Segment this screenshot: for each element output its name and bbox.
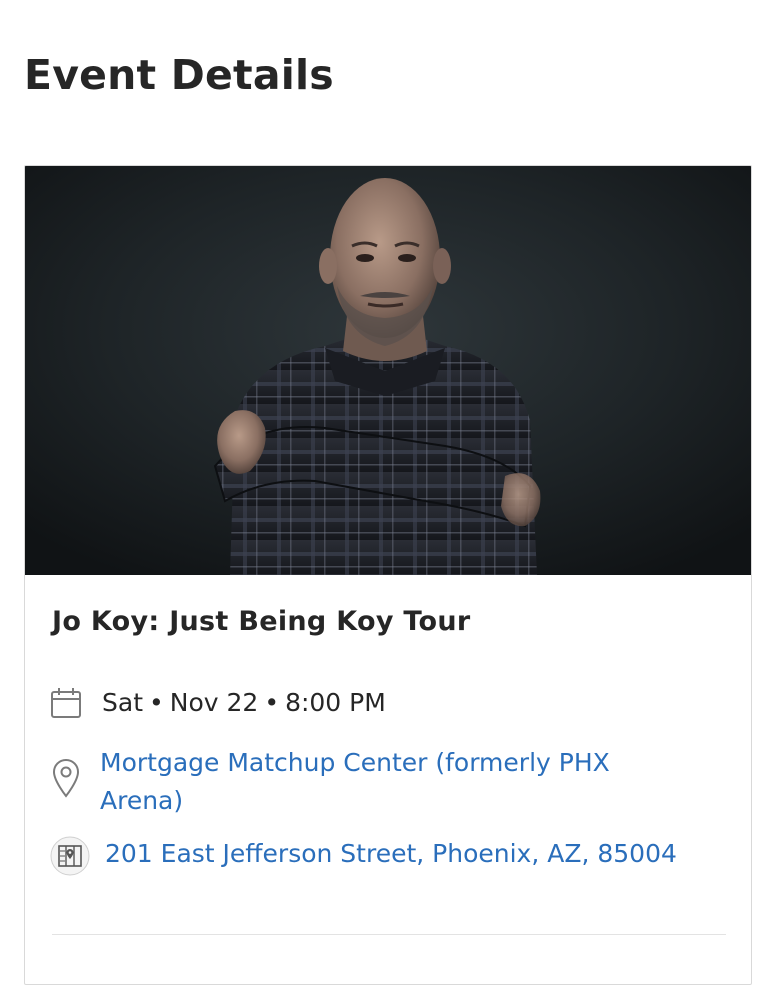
separator: •	[264, 688, 280, 717]
event-card: Jo Koy: Just Being Koy Tour Sat • Nov 22 • 8…	[24, 165, 752, 985]
address-link[interactable]: 201 East Jefferson Street, Phoenix, AZ, …	[105, 839, 677, 868]
event-title: Jo Koy: Just Being Koy Tour	[52, 606, 471, 637]
event-day: Sat	[102, 688, 143, 717]
event-datetime: Sat • Nov 22 • 8:00 PM	[102, 688, 386, 717]
event-time: 8:00 PM	[285, 688, 386, 717]
event-hero-image	[25, 166, 751, 575]
performer-photo	[25, 166, 751, 575]
divider	[52, 934, 726, 935]
map-icon[interactable]	[50, 836, 90, 876]
separator: •	[149, 688, 164, 717]
venue-link[interactable]: Mortgage Matchup Center (formerly PHX Ar…	[100, 744, 700, 820]
location-pin-icon	[52, 758, 80, 798]
page-title: Event Details	[24, 51, 334, 99]
calendar-icon	[51, 688, 81, 718]
event-date: Nov 22	[169, 688, 259, 717]
